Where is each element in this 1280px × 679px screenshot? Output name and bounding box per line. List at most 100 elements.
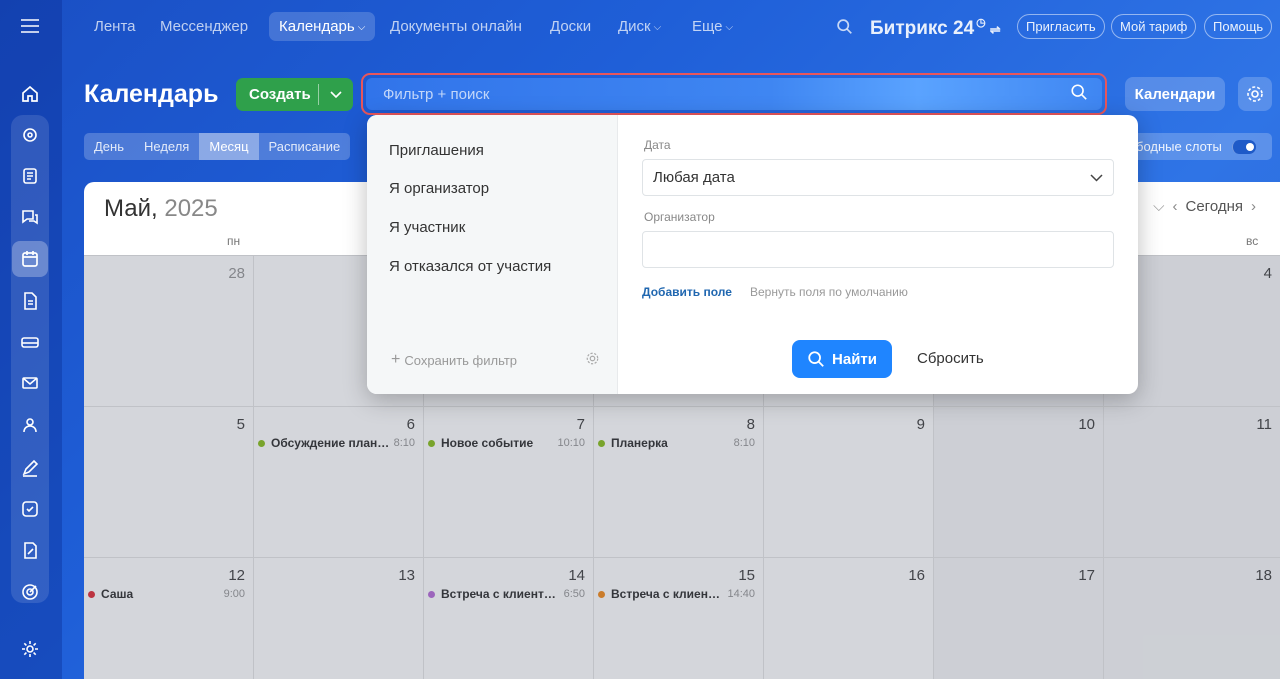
menu-icon[interactable] <box>18 16 42 36</box>
event-color-dot <box>428 590 435 598</box>
day-number: 18 <box>1255 567 1272 584</box>
gear-icon[interactable] <box>585 351 600 371</box>
sign-icon[interactable] <box>15 453 45 483</box>
invite-button[interactable]: Пригласить <box>1017 14 1105 39</box>
day-cell[interactable]: 12 Саша 9:00 <box>84 558 254 679</box>
reset-button[interactable]: Сбросить <box>917 350 984 367</box>
tariff-button[interactable]: Мой тариф <box>1111 14 1197 39</box>
calendar-icon[interactable] <box>12 241 48 277</box>
tab-week[interactable]: Неделя <box>134 133 199 160</box>
event-time: 14:40 <box>727 588 755 600</box>
event-color-dot <box>258 439 265 447</box>
chevron-right-icon[interactable]: › <box>1251 198 1256 215</box>
day-cell[interactable]: 13 <box>254 558 424 679</box>
sliders-icon: ⇌ <box>989 22 1001 37</box>
calendar-event[interactable]: Встреча с клиент… 6:50 <box>428 587 585 601</box>
documents-icon[interactable] <box>15 286 45 316</box>
calendar-event[interactable]: Планерка 8:10 <box>598 436 755 450</box>
home-icon[interactable] <box>15 79 45 109</box>
filter-fields: Дата Любая дата Организатор Добавить пол… <box>618 115 1138 394</box>
day-cell[interactable]: 14 Встреча с клиент… 6:50 <box>424 558 594 679</box>
edit-document-icon[interactable] <box>15 536 45 566</box>
gear-icon[interactable] <box>1238 77 1272 111</box>
calendars-button[interactable]: Календари <box>1125 77 1225 111</box>
tab-schedule[interactable]: Расписание <box>259 133 351 160</box>
preset-organizer[interactable]: Я организатор <box>389 180 489 197</box>
nav-calendar[interactable]: Календарь ⌵ <box>269 12 376 41</box>
organizer-label: Организатор <box>644 210 715 224</box>
nav-boards[interactable]: Доски <box>550 18 591 35</box>
today-button[interactable]: Сегодня <box>1186 198 1244 215</box>
preset-invitations[interactable]: Приглашения <box>389 142 484 159</box>
weekday-mon: пн <box>227 234 241 248</box>
search-icon <box>808 351 824 367</box>
filter-search-highlight <box>361 73 1107 115</box>
goals-icon[interactable] <box>15 577 45 607</box>
date-select[interactable]: Любая дата <box>642 159 1114 196</box>
settings-icon[interactable] <box>15 634 45 664</box>
calendar-event[interactable]: Новое событие 10:10 <box>428 436 585 450</box>
add-field-link[interactable]: Добавить поле <box>642 285 732 299</box>
preset-participant[interactable]: Я участник <box>389 219 465 236</box>
nav-drive[interactable]: Диск ⌵ <box>618 18 661 35</box>
left-sidebar <box>0 0 62 679</box>
day-cell[interactable]: 28 <box>84 256 254 406</box>
chevron-down-icon: ⌵ <box>357 22 366 33</box>
day-cell[interactable]: 17 <box>934 558 1104 679</box>
free-slots-toggle[interactable]: бодные слоты <box>1130 133 1272 160</box>
day-number: 9 <box>916 416 925 433</box>
day-cell[interactable]: 16 <box>764 558 934 679</box>
save-filter-button[interactable]: + Сохранить фильтр <box>391 351 517 369</box>
day-cell[interactable]: 6 Обсуждение план… 8:10 <box>254 407 424 557</box>
nav-more[interactable]: Еще ⌵ <box>692 18 733 35</box>
nav-calendar-label: Календарь <box>279 18 355 35</box>
chevron-down-icon[interactable] <box>319 90 353 99</box>
chevron-down-icon <box>1090 169 1103 186</box>
drive-icon[interactable] <box>15 327 45 357</box>
day-cell[interactable]: 7 Новое событие 10:10 <box>424 407 594 557</box>
mail-icon[interactable] <box>15 368 45 398</box>
brand-logo[interactable]: Битрикс 24 ◷ ⇌ <box>870 16 1001 40</box>
date-label: Дата <box>644 138 671 152</box>
feed-icon[interactable] <box>15 120 45 150</box>
day-number: 14 <box>568 567 585 584</box>
nav-docs-online[interactable]: Документы онлайн <box>390 18 522 35</box>
day-cell[interactable]: 18 <box>1104 558 1280 679</box>
day-cell[interactable]: 15 Встреча с клиен… 14:40 <box>594 558 764 679</box>
preset-declined[interactable]: Я отказался от участия <box>389 258 551 275</box>
calendar-event[interactable]: Саша 9:00 <box>88 587 245 601</box>
search-icon[interactable] <box>836 18 853 40</box>
nav-messenger[interactable]: Мессенджер <box>160 18 248 35</box>
month-name: Май, <box>104 195 158 222</box>
restore-default-fields-link[interactable]: Вернуть поля по умолчанию <box>750 285 908 299</box>
chevron-down-icon[interactable]: ⌵ <box>1153 198 1164 215</box>
day-cell[interactable]: 11 <box>1104 407 1280 557</box>
tab-month[interactable]: Месяц <box>199 133 259 160</box>
day-cell[interactable]: 5 <box>84 407 254 557</box>
find-button[interactable]: Найти <box>792 340 892 378</box>
checkbox-icon[interactable] <box>15 494 45 524</box>
calendar-event[interactable]: Обсуждение план… 8:10 <box>258 436 415 450</box>
calendar-event[interactable]: Встреча с клиен… 14:40 <box>598 587 755 601</box>
help-button[interactable]: Помощь <box>1204 14 1273 39</box>
tab-day[interactable]: День <box>84 133 134 160</box>
event-title: Планерка <box>611 436 668 450</box>
toggle-switch[interactable] <box>1231 139 1256 154</box>
day-number: 15 <box>738 567 755 584</box>
filter-search-input[interactable] <box>383 85 1070 103</box>
organizer-input[interactable] <box>642 231 1114 268</box>
day-cell[interactable]: 8 Планерка 8:10 <box>594 407 764 557</box>
chat-icon[interactable] <box>15 202 45 232</box>
chevron-left-icon[interactable]: ‹ <box>1173 198 1178 215</box>
create-button[interactable]: Создать <box>236 78 353 111</box>
clock-icon: ◷ <box>976 17 986 29</box>
day-cell[interactable]: 10 <box>934 407 1104 557</box>
brand-text: Битрикс 24 <box>870 18 975 39</box>
contacts-icon[interactable] <box>15 410 45 440</box>
search-icon[interactable] <box>1070 83 1088 106</box>
filter-search-bar[interactable] <box>366 78 1102 110</box>
day-cell[interactable]: 9 <box>764 407 934 557</box>
event-time: 10:10 <box>557 437 585 449</box>
tasks-list-icon[interactable] <box>15 161 45 191</box>
nav-feed[interactable]: Лента <box>94 18 136 35</box>
